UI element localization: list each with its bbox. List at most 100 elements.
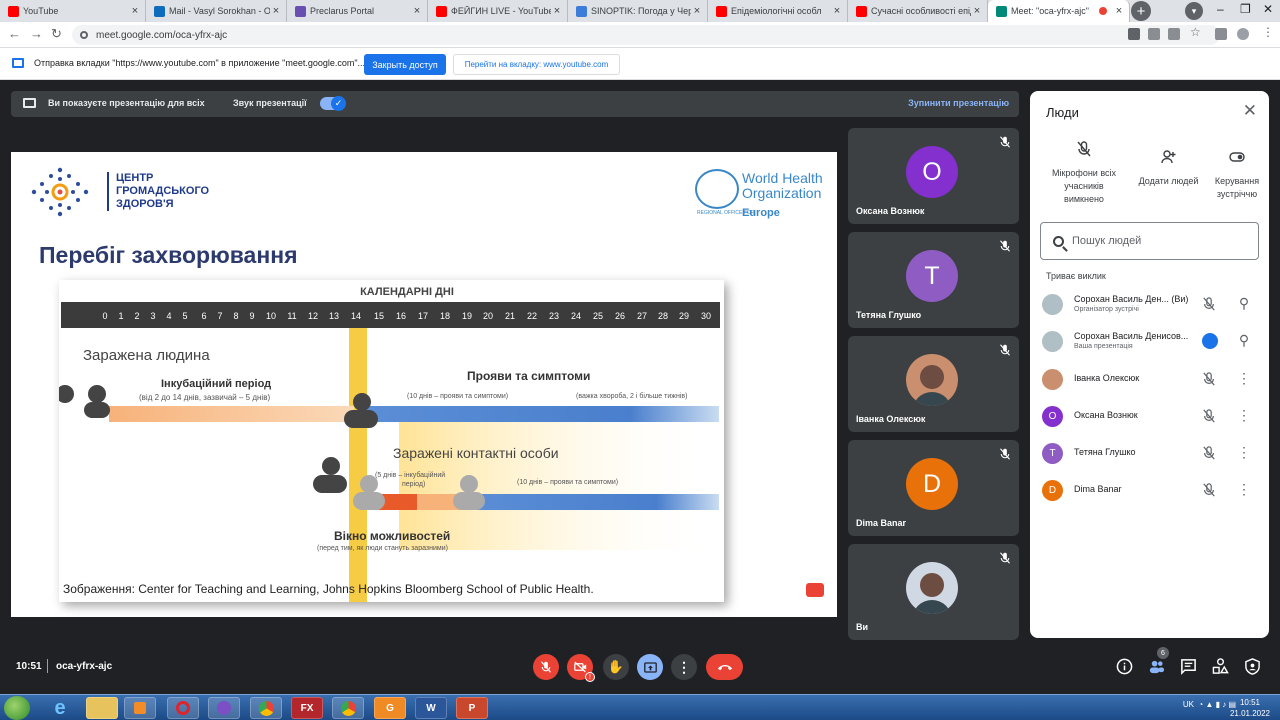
fxpro-icon[interactable]: FX (291, 697, 323, 719)
bookmark-star-icon[interactable]: ☆ (1190, 25, 1202, 39)
participant-list-item[interactable]: Іванка Олексюк ⋮ (1030, 361, 1269, 398)
browser-tab[interactable]: SINOPTIK: Погода у Черн × (568, 0, 708, 22)
stop-sharing-button[interactable]: Закрыть доступ (364, 54, 446, 75)
switch-tab-button[interactable]: Перейти на вкладку: www.youtube.com (453, 54, 620, 75)
participant-list-item[interactable]: O Оксана Вознюк ⋮ (1030, 398, 1269, 435)
presentation-sound-toggle[interactable]: ✓ (320, 96, 346, 111)
participant-avatar: D (906, 458, 958, 510)
forward-icon[interactable]: → (30, 26, 43, 41)
close-icon[interactable]: ✕ (1243, 101, 1257, 121)
browser-tab[interactable]: Preclarus Portal × (287, 0, 428, 22)
browser-tab[interactable]: ФЕЙГИН LIVE - YouTube × (428, 0, 568, 22)
new-tab-button[interactable]: + (1131, 1, 1151, 21)
internet-explorer-icon[interactable]: e (44, 697, 76, 719)
system-clock[interactable]: 10:51 21.01.2022 (1230, 697, 1270, 719)
participant-list-item[interactable]: Сорохан Василь Денисов... Ваша презентаці… (1030, 323, 1269, 360)
infected-person-label: Заражена людина (83, 347, 210, 364)
participant-tile[interactable]: T Тетяна Глушко (848, 232, 1019, 328)
meeting-time: 10:51 (16, 661, 42, 672)
close-tab-icon[interactable]: × (270, 5, 282, 17)
chrome-icon[interactable] (250, 697, 282, 719)
people-icon[interactable] (1148, 658, 1165, 675)
translate-icon[interactable] (1148, 28, 1160, 40)
back-icon[interactable]: ← (8, 26, 21, 41)
activities-icon[interactable] (1212, 658, 1229, 675)
outlook-icon (154, 5, 165, 17)
language-indicator[interactable]: UK (1183, 700, 1194, 709)
app-g-icon[interactable]: G (374, 697, 406, 719)
close-tab-icon[interactable]: × (971, 5, 983, 17)
word-icon[interactable]: W (415, 697, 447, 719)
check-icon: ✓ (331, 96, 346, 111)
reload-icon[interactable]: ↻ (51, 26, 62, 42)
meeting-control-bar: 10:51 oca-yfrx-ajc ! ✋ ⋮ 6 (0, 647, 1280, 684)
lock-icon (80, 31, 88, 39)
people-search-input[interactable]: Пошук людей (1040, 222, 1259, 260)
more-vert-icon[interactable]: ⋮ (1237, 481, 1251, 499)
share-icon[interactable] (1168, 28, 1180, 40)
participant-avatar: O (906, 146, 958, 198)
close-tab-icon[interactable]: × (1113, 5, 1125, 17)
windows-start-button[interactable] (4, 696, 30, 720)
stop-presenting-link[interactable]: Зупинити презентацію (908, 98, 1009, 108)
participant-avatar: T (906, 250, 958, 302)
browser-tab[interactable]: Mail - Vasyl Sorokhan - Outl × (146, 0, 287, 22)
file-explorer-icon[interactable] (86, 697, 118, 719)
media-player-icon[interactable] (124, 697, 156, 719)
calendar-days-header: КАЛЕНДАРНІ ДНІ (360, 286, 454, 298)
mic-toggle-button[interactable] (533, 654, 559, 680)
chat-icon[interactable] (1180, 658, 1197, 675)
participant-tile[interactable]: O Оксана Вознюк (848, 128, 1019, 224)
add-people-action[interactable]: Додати людей (1130, 149, 1207, 188)
more-vert-icon[interactable]: ⋮ (1237, 370, 1251, 388)
close-tab-icon[interactable]: × (691, 5, 703, 17)
participant-list-item[interactable]: D Dima Banar ⋮ (1030, 472, 1269, 509)
leave-call-button[interactable] (706, 654, 743, 680)
who-logo: World Health Organization REGIONAL OFFIC… (695, 167, 825, 223)
close-tab-icon[interactable]: × (411, 5, 423, 17)
tab-search-button[interactable]: ▾ (1185, 2, 1203, 20)
participant-tile[interactable]: D Dima Banar (848, 440, 1019, 536)
participant-list-item[interactable]: Сорохан Василь Ден... (Ви) Організатор зу… (1030, 286, 1269, 323)
menu-kebab-icon[interactable]: ⋮ (1262, 25, 1274, 39)
info-icon[interactable] (1116, 658, 1133, 675)
more-options-button[interactable]: ⋮ (671, 654, 697, 680)
raise-hand-button[interactable]: ✋ (603, 654, 629, 680)
mic-off-icon (1203, 372, 1215, 386)
browser-tab[interactable]: YouTube × (0, 0, 146, 22)
org-line-3: ЗДОРОВ'Я (116, 198, 174, 210)
participant-tile[interactable]: Іванка Олексюк (848, 336, 1019, 432)
host-controls-label: Керування зустріччю (1214, 176, 1260, 199)
extensions-icon[interactable] (1215, 28, 1227, 40)
viber-icon[interactable] (208, 697, 240, 719)
browser-tab[interactable]: Meet: "oca-yfrx-ajc" × (988, 0, 1130, 22)
pin-icon[interactable]: ⚲ (1237, 295, 1251, 313)
profile-avatar[interactable] (1237, 28, 1249, 40)
day-tick-label: 10 (266, 311, 276, 321)
who-name-line-2: Organization (742, 185, 822, 201)
participant-list-item[interactable]: T Тетяна Глушко ⋮ (1030, 435, 1269, 472)
opera-icon[interactable] (167, 697, 199, 719)
present-now-button[interactable] (637, 654, 663, 680)
more-vert-icon[interactable]: ⋮ (1237, 407, 1251, 425)
camera-toggle-button[interactable]: ! (567, 654, 595, 682)
window-bar (379, 494, 419, 510)
close-window-icon[interactable]: ✕ (1263, 2, 1273, 16)
participant-tile[interactable]: Ви (848, 544, 1019, 640)
camera-icon[interactable] (1128, 28, 1140, 40)
host-controls-action[interactable]: Керування зустріччю (1197, 149, 1277, 201)
more-vert-icon[interactable]: ⋮ (1237, 444, 1251, 462)
url-field[interactable]: meet.google.com/oca-yfrx-ajc (72, 25, 1220, 45)
close-tab-icon[interactable]: × (129, 5, 141, 17)
minimize-icon[interactable]: – (1217, 2, 1224, 16)
pin-off-icon[interactable]: ⚲ (1237, 332, 1251, 350)
maximize-icon[interactable]: ❐ (1240, 2, 1251, 16)
close-tab-icon[interactable]: × (551, 5, 563, 17)
powerpoint-icon[interactable]: P (456, 697, 488, 719)
browser-tab[interactable]: Епідеміологічні особл × (708, 0, 848, 22)
close-tab-icon[interactable]: × (831, 5, 843, 17)
host-controls-shield-icon[interactable] (1244, 658, 1261, 675)
chrome-icon[interactable] (332, 697, 364, 719)
browser-tab[interactable]: Сучасні особливості епід × (848, 0, 988, 22)
mute-all-action[interactable]: Мікрофони всіх учасників вимкнено (1044, 141, 1124, 206)
